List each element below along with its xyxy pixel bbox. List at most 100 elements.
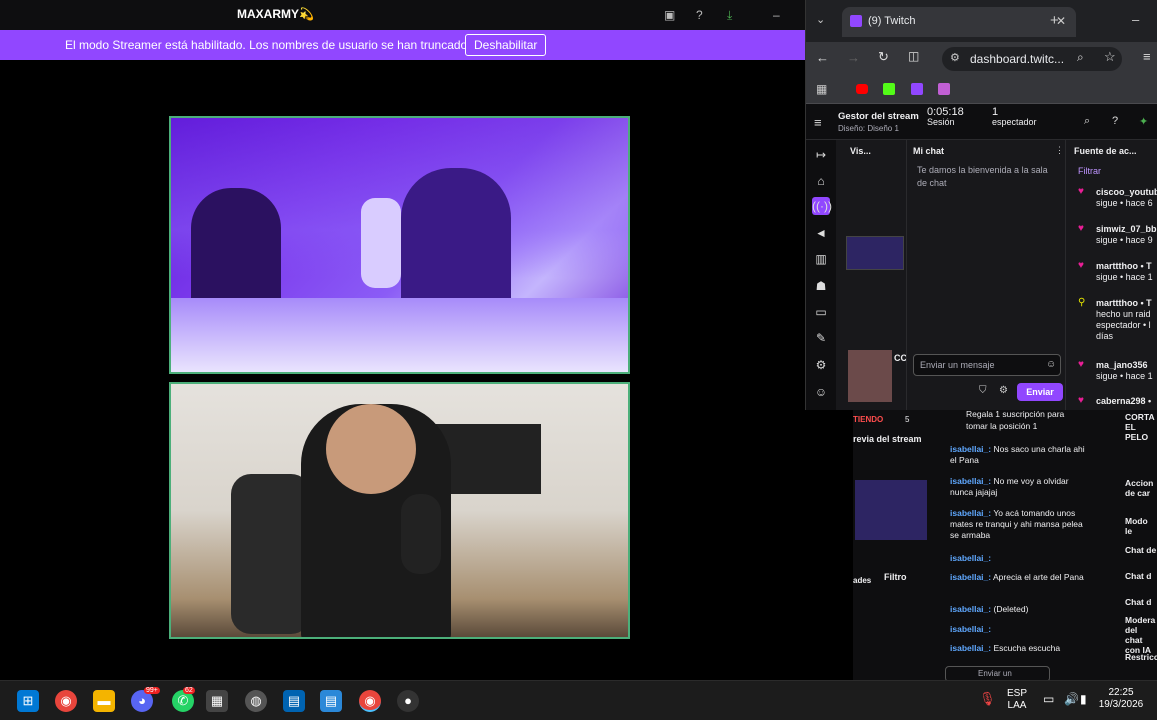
twitch-bookmark-icon[interactable] bbox=[911, 83, 923, 95]
start-menu-icon[interactable]: ⊞ bbox=[17, 690, 39, 712]
network-icon[interactable]: ▭ bbox=[1043, 693, 1054, 705]
microphone-shape bbox=[401, 494, 441, 574]
tiendo-label: TIENDO bbox=[853, 415, 884, 424]
youtube-bookmark-icon[interactable] bbox=[856, 84, 868, 94]
promotions-icon[interactable]: ◄ bbox=[812, 224, 830, 242]
activity-feed-panel: Fuente de ac... Filtrar ♥ ciscoo_youtub s… bbox=[1066, 140, 1157, 410]
tab-twitch[interactable]: (9) Twitch ✕ bbox=[842, 7, 1076, 37]
chat-settings-icon[interactable]: ⚙ bbox=[999, 385, 1008, 396]
activity-item[interactable]: ma_jano356 sigue • hace 1 bbox=[1096, 360, 1157, 382]
apps-grid-icon[interactable]: ▦ bbox=[816, 82, 827, 96]
preview-column-title[interactable]: Vis... bbox=[850, 146, 871, 166]
follow-heart-icon: ♥ bbox=[1078, 359, 1084, 370]
chrome-active-icon[interactable]: ◉ bbox=[359, 690, 381, 712]
address-text: dashboard.twitc... bbox=[970, 52, 1065, 66]
help-icon[interactable]: ? bbox=[1112, 115, 1118, 127]
chat-badge: 99+ bbox=[144, 687, 160, 694]
new-tab-button[interactable]: + bbox=[1050, 12, 1059, 29]
split-view-icon[interactable]: ◫ bbox=[908, 49, 919, 63]
site-info-icon[interactable]: ⚙ bbox=[950, 51, 960, 64]
download-icon[interactable]: ⤓ bbox=[727, 8, 741, 22]
volume-icon[interactable]: 🔊 bbox=[1064, 693, 1079, 705]
preview-label: revia del stream bbox=[853, 434, 922, 444]
background-dashboard: TIENDO 5 Regala 1 suscripción para tomar… bbox=[853, 409, 1157, 682]
collapse-nav-icon[interactable]: ↦ bbox=[812, 146, 830, 164]
bg-right-item[interactable]: Chat de bbox=[1125, 545, 1157, 555]
kick-bookmark-icon[interactable] bbox=[883, 83, 895, 95]
address-bar[interactable]: ⚙ dashboard.twitc... bbox=[942, 47, 1122, 71]
camera-feed-top bbox=[169, 116, 630, 374]
badge-icon[interactable]: ⛉ bbox=[979, 385, 987, 396]
community-icon[interactable]: ☗ bbox=[812, 277, 830, 295]
search-icon[interactable]: ⌕ bbox=[1084, 115, 1090, 128]
my-chat-title[interactable]: Mi chat bbox=[913, 146, 944, 156]
minimize-browser-icon[interactable]: – bbox=[1132, 12, 1139, 27]
bg-right-item[interactable]: Modera del chat con IA bbox=[1125, 615, 1157, 655]
settings-icon[interactable]: ⚙ bbox=[812, 356, 830, 374]
zoom-icon[interactable]: ⌕ bbox=[1077, 50, 1084, 65]
activity-item[interactable]: ciscoo_youtub sigue • hace 6 bbox=[1096, 187, 1157, 209]
microphone-tray-icon[interactable]: 🎙 bbox=[979, 692, 996, 705]
calculator-icon[interactable]: ▤ bbox=[283, 690, 305, 712]
chat-options-icon[interactable]: ⋮ bbox=[1055, 145, 1064, 156]
bg-right-item[interactable]: Accion de car bbox=[1125, 478, 1157, 498]
analytics-icon[interactable]: ▥ bbox=[812, 250, 830, 268]
bg-right-item[interactable]: Chat d bbox=[1125, 571, 1157, 581]
tab-search-icon[interactable]: ⌄ bbox=[816, 13, 825, 26]
safety-icon[interactable]: ☺ bbox=[812, 383, 830, 401]
content-icon[interactable]: ▭ bbox=[812, 303, 830, 321]
app-recording-icon[interactable]: ● bbox=[397, 690, 419, 712]
chrome-icon[interactable]: ◉ bbox=[55, 690, 77, 712]
session-label: Sesión bbox=[927, 117, 955, 127]
app-icon[interactable]: ▦ bbox=[206, 690, 228, 712]
obs-icon[interactable]: ◍ bbox=[245, 690, 267, 712]
bookmark-star-icon[interactable]: ☆ bbox=[1104, 49, 1116, 65]
language-indicator[interactable]: ESP LAA bbox=[1007, 688, 1027, 712]
viewers-label: espectador bbox=[992, 117, 1037, 127]
send-button[interactable]: Enviar bbox=[1017, 383, 1063, 401]
desktop: MAXARMY💫 ▣ ? ⤓ – El modo Streamer está h… bbox=[0, 0, 1157, 720]
hamburger-icon[interactable]: ≡ bbox=[814, 115, 822, 130]
activity-feed-title[interactable]: Fuente de ac... bbox=[1074, 146, 1137, 156]
bg-right-item[interactable]: Restricc bbox=[1125, 652, 1157, 662]
battery-icon[interactable]: ▮ bbox=[1080, 693, 1087, 705]
streamer-mode-banner: El modo Streamer está habilitado. Los no… bbox=[0, 30, 805, 60]
face-shape bbox=[326, 404, 416, 494]
activity-item[interactable]: marttthoo • Tsigue • hace 1 bbox=[1096, 261, 1157, 283]
home-icon[interactable]: ⌂ bbox=[812, 172, 830, 190]
help-icon[interactable]: ? bbox=[696, 8, 710, 22]
filter-link[interactable]: Filtrar bbox=[1078, 166, 1101, 176]
window-title: MAXARMY💫 bbox=[237, 7, 314, 21]
bg-right-item[interactable]: Modo le bbox=[1125, 516, 1157, 536]
m-bookmark-icon[interactable] bbox=[938, 83, 950, 95]
stream-manager-icon[interactable]: ((·)) bbox=[812, 197, 832, 215]
chat-message: isabellai_: Nos saco una charla ahi el P… bbox=[950, 444, 1085, 465]
activity-item[interactable]: marttthoo • Thecho un raid espectador • … bbox=[1096, 298, 1157, 342]
activity-item[interactable]: caberna298 • bbox=[1096, 396, 1157, 407]
raid-icon: ⚲ bbox=[1078, 297, 1086, 308]
menu-icon[interactable]: ≡ bbox=[1143, 49, 1151, 64]
minimize-icon[interactable]: – bbox=[773, 8, 787, 22]
clock[interactable]: 22:25 19/3/2026 bbox=[1089, 687, 1153, 711]
follow-heart-icon: ♥ bbox=[1078, 260, 1084, 271]
chat-message: isabellai_: (Deleted) bbox=[950, 604, 1029, 614]
browser-navbar: ← → ↻ ◫ ⚙ dashboard.twitc... ⌕ ☆ ≡ bbox=[806, 42, 1157, 76]
ades-label: ades bbox=[853, 576, 872, 585]
browser-tabstrip: ⌄ (9) Twitch ✕ + – bbox=[806, 0, 1157, 42]
activity-item[interactable]: simwiz_07_bb sigue • hace 9 bbox=[1096, 224, 1157, 246]
reload-icon[interactable]: ↻ bbox=[878, 49, 889, 65]
screen-share-icon[interactable]: ▣ bbox=[664, 8, 678, 22]
file-explorer-icon[interactable]: ▬ bbox=[93, 690, 115, 712]
emoji-icon[interactable]: ☺ bbox=[1046, 359, 1056, 370]
stream-preview-thumbnail[interactable] bbox=[846, 236, 904, 270]
disable-streamer-mode-button[interactable]: Deshabilitar bbox=[465, 34, 547, 56]
chat-input[interactable]: Enviar un mensaje ☺ bbox=[913, 354, 1061, 376]
bg-right-item[interactable]: Chat d bbox=[1125, 597, 1157, 607]
forward-icon[interactable]: → bbox=[847, 50, 860, 65]
window-titlebar: MAXARMY💫 ▣ ? ⤓ – bbox=[0, 0, 805, 30]
creator-tools-icon[interactable]: ✎ bbox=[812, 329, 830, 347]
filtro-label[interactable]: Filtro bbox=[884, 572, 907, 582]
notepad-icon[interactable]: ▤ bbox=[320, 690, 342, 712]
extension-icon[interactable]: ✦ bbox=[1139, 115, 1148, 128]
back-icon[interactable]: ← bbox=[816, 50, 829, 65]
